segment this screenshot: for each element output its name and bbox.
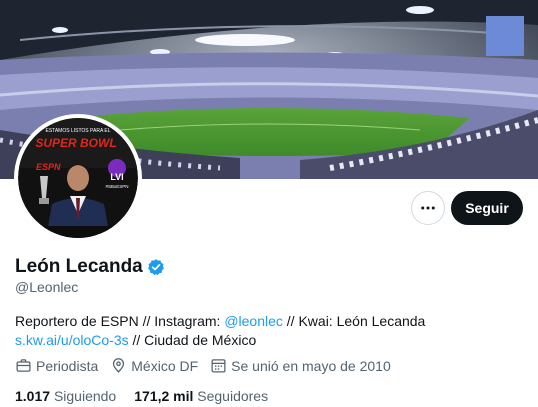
profile-meta: Periodista México DF Se unió en mayo de …	[15, 357, 391, 374]
meta-location: México DF	[110, 357, 198, 374]
verified-badge-icon[interactable]	[147, 258, 165, 276]
followers-count: 171,2 mil	[134, 388, 194, 404]
calendar-icon	[211, 359, 226, 373]
bio-kwai-link[interactable]: s.kw.ai/u/oloCo-3s	[15, 332, 129, 348]
profile-stats: 1.017 Siguiendo 171,2 mil Seguidores	[15, 388, 268, 404]
meta-location-text: México DF	[131, 357, 199, 374]
avatar-image: ESTAMOS LISTOS PARA EL SUPER BOWL ESPN L…	[18, 118, 138, 238]
profile-handle: @Leonlec	[15, 279, 79, 295]
avatar-brand: ESPN	[36, 162, 61, 172]
more-icon	[421, 206, 435, 210]
name-row: León Lecanda	[15, 256, 165, 278]
bio-text-3: // Ciudad de México	[128, 332, 257, 348]
bio-instagram-link[interactable]: @leonlec	[224, 313, 283, 329]
avatar-title: SUPER BOWL	[35, 136, 116, 150]
following-count: 1.017	[15, 388, 51, 404]
avatar-numeral: LVI	[110, 172, 123, 182]
avatar-badge-top: ESTAMOS LISTOS PARA EL	[45, 128, 110, 134]
followers-link[interactable]: 171,2 mil Seguidores	[134, 388, 268, 404]
display-name: León Lecanda	[15, 256, 143, 277]
meta-profession-text: Periodista	[36, 357, 99, 374]
briefcase-icon	[16, 359, 31, 372]
meta-joined-text: Se unió en mayo de 2010	[231, 357, 391, 374]
bio-text-1: Reportero de ESPN // Instagram:	[15, 313, 225, 329]
meta-joined: Se unió en mayo de 2010	[210, 357, 391, 374]
profile-avatar[interactable]: ESTAMOS LISTOS PARA EL SUPER BOWL ESPN L…	[14, 114, 142, 242]
location-pin-icon	[113, 358, 125, 373]
bio-text-2: // Kwai: León Lecanda	[282, 313, 426, 329]
following-link[interactable]: 1.017 Siguiendo	[15, 388, 116, 404]
avatar-tag: #SBxESPN	[105, 184, 128, 189]
meta-profession: Periodista	[15, 357, 98, 374]
profile-bio: Reportero de ESPN // Instagram: @leonlec…	[15, 312, 525, 350]
followers-label: Seguidores	[197, 388, 269, 404]
more-options-button[interactable]	[411, 191, 445, 225]
follow-button[interactable]: Seguir	[451, 191, 523, 225]
following-label: Siguiendo	[53, 388, 117, 404]
